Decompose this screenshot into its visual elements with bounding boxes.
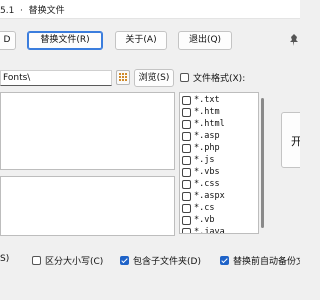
extension-label: *.php [194, 143, 220, 153]
start-button[interactable]: 开 [281, 112, 300, 168]
case-sensitive-label: 区分大小写(C) [45, 257, 104, 267]
title-bar: 5.1 · 替换文件 [0, 0, 300, 19]
extension-label: *.js [194, 155, 215, 165]
extension-item[interactable]: *.html [180, 118, 258, 130]
extension-item[interactable]: *.aspx [180, 190, 258, 202]
scrollbar-thumb[interactable] [261, 98, 264, 228]
extension-label: *.cs [194, 203, 215, 213]
extension-item[interactable]: *.htm [180, 106, 258, 118]
folder-picker-button[interactable] [116, 70, 130, 85]
backup-label: 替换前自动备份文 [233, 257, 300, 267]
extension-checkbox[interactable] [182, 156, 191, 165]
extension-label: *.vb [194, 215, 215, 225]
extension-list: *.txt *.htm *.html *.asp *.php *.js *.vbs *.css… [179, 92, 259, 234]
extension-item[interactable]: *.php [180, 142, 258, 154]
browse-button[interactable]: 浏览(S) [134, 69, 174, 87]
partial-option-label: S) [0, 254, 10, 264]
pin-icon[interactable] [288, 33, 300, 47]
extension-checkbox[interactable] [182, 108, 191, 117]
extension-list-scrollbar[interactable] [260, 92, 266, 234]
extension-item[interactable]: *.vb [180, 214, 258, 226]
folder-grid-icon [119, 73, 127, 81]
include-subfolders-label: 包含子文件夹(D) [133, 257, 201, 267]
exit-button[interactable]: 退出(Q) [178, 31, 232, 50]
case-sensitive-checkbox[interactable] [32, 256, 41, 265]
extension-item[interactable]: *.asp [180, 130, 258, 142]
extension-item[interactable]: *.cs [180, 202, 258, 214]
extension-checkbox[interactable] [182, 96, 191, 105]
extension-item[interactable]: *.vbs [180, 166, 258, 178]
replace-text-area[interactable] [0, 176, 175, 236]
about-button[interactable]: 关于(A) [115, 31, 167, 50]
extension-label: *.htm [194, 107, 220, 117]
extension-item[interactable]: *.js [180, 154, 258, 166]
extension-checkbox[interactable] [182, 228, 191, 233]
extension-checkbox[interactable] [182, 132, 191, 141]
extension-item[interactable]: *.java [180, 226, 258, 234]
left-toolbar-button[interactable]: D [0, 31, 16, 50]
extension-label: *.java [194, 227, 225, 234]
extension-checkbox[interactable] [182, 216, 191, 225]
file-format-label: 文件格式(X): [193, 74, 246, 84]
extension-label: *.css [194, 179, 220, 189]
extension-checkbox[interactable] [182, 180, 191, 189]
extension-checkbox[interactable] [182, 144, 191, 153]
extension-label: *.aspx [194, 191, 225, 201]
main-window: 5.1 · 替换文件 D 替换文件(R) 关于(A) 退出(Q) Fonts\ [0, 0, 300, 300]
extension-checkbox[interactable] [182, 204, 191, 213]
extension-checkbox[interactable] [182, 120, 191, 129]
extension-label: *.txt [194, 95, 220, 105]
backup-checkbox[interactable] [220, 256, 229, 265]
find-text-area[interactable] [0, 92, 175, 170]
extension-label: *.asp [194, 131, 220, 141]
replace-files-button[interactable]: 替换文件(R) [27, 31, 103, 50]
window-title: 5.1 · 替换文件 [0, 6, 65, 16]
extension-item[interactable]: *.txt [180, 94, 258, 106]
extension-label: *.html [194, 119, 225, 129]
extension-item[interactable]: *.css [180, 178, 258, 190]
extension-label: *.vbs [194, 167, 220, 177]
folder-path-input[interactable]: Fonts\ [0, 70, 112, 86]
file-format-checkbox[interactable] [180, 73, 189, 82]
extension-checkbox[interactable] [182, 168, 191, 177]
include-subfolders-checkbox[interactable] [120, 256, 129, 265]
extension-checkbox[interactable] [182, 192, 191, 201]
